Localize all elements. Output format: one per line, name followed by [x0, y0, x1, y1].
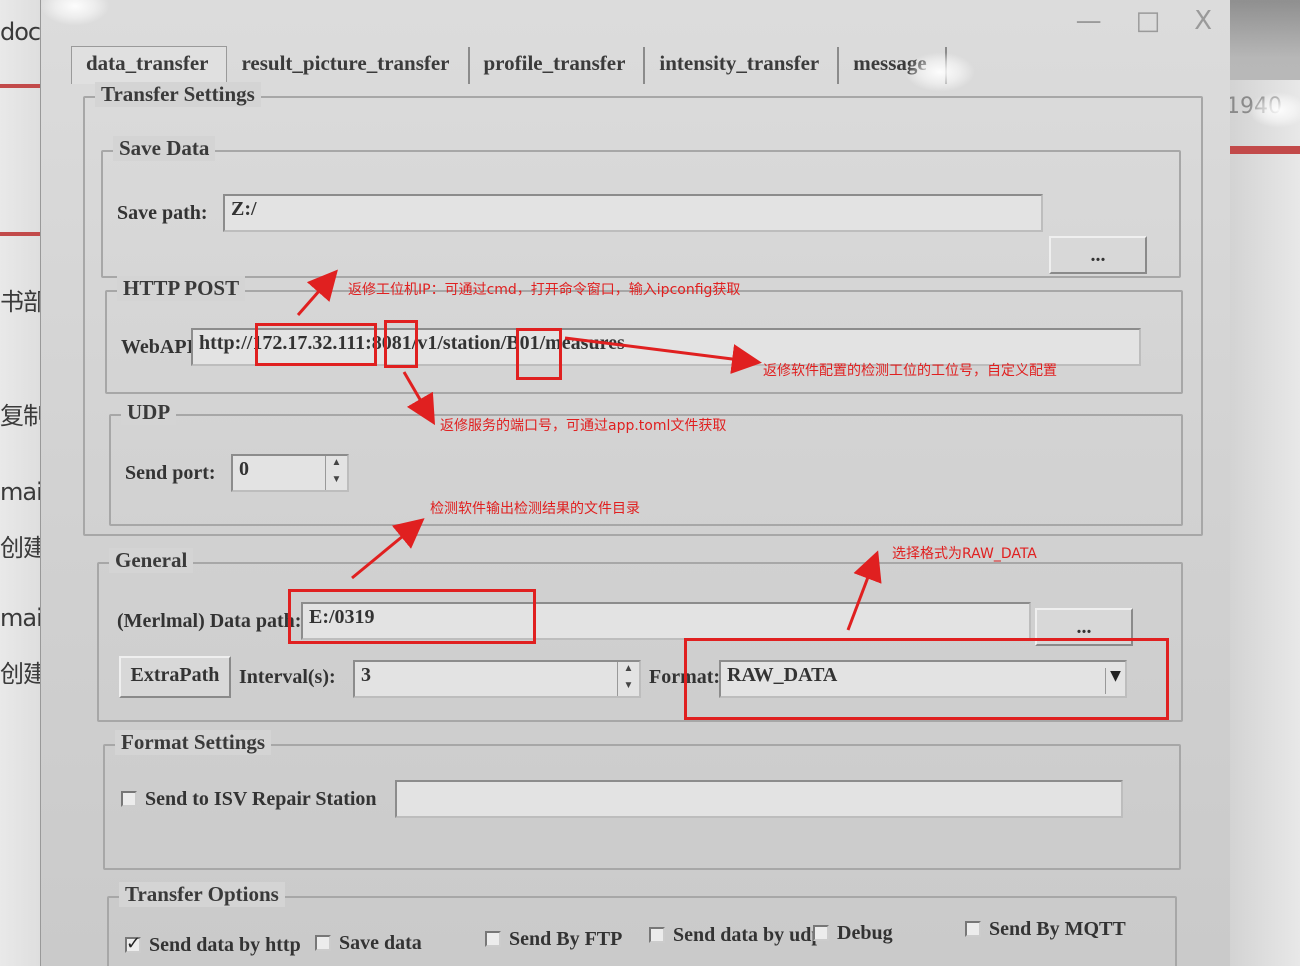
extra-path-button[interactable]: ExtraPath: [119, 656, 231, 698]
checkbox-box[interactable]: [649, 927, 665, 943]
tab-bar: data_transfer result_picture_transfer pr…: [71, 20, 947, 84]
data-path-label: (Merlmal) Data path:: [117, 610, 302, 632]
send-port-spin-buttons[interactable]: ▲ ▼: [325, 456, 347, 490]
send-ftp-checkbox[interactable]: Send By FTP: [485, 928, 622, 951]
station-note: 返修软件配置的检测工位的工位号，自定义配置: [763, 363, 1057, 379]
interval-label: Interval(s):: [239, 666, 336, 688]
background-app-right: 1940: [1220, 80, 1300, 966]
ip-highlight-box: [255, 323, 377, 366]
send-port-label: Send port:: [125, 462, 216, 484]
send-isv-label: Send to ISV Repair Station: [145, 788, 377, 810]
maximize-button[interactable]: □: [1136, 6, 1161, 36]
tab-data-transfer[interactable]: data_transfer: [71, 46, 228, 84]
save-data-group: Save Data Save path: Z:/ ...: [101, 136, 1181, 278]
option-label: Send data by http: [149, 934, 301, 956]
send-mqtt-checkbox[interactable]: Send By MQTT: [965, 918, 1126, 941]
glare: [1248, 92, 1300, 128]
general-legend: General: [109, 548, 194, 573]
send-http-checkbox[interactable]: Send data by http: [125, 933, 301, 957]
data-dir-note: 检测软件输出检测结果的文件目录: [430, 501, 640, 517]
save-data-checkbox[interactable]: Save data: [315, 932, 422, 955]
glare: [905, 52, 975, 92]
option-label: Send By MQTT: [989, 918, 1126, 940]
format-highlight-box: [684, 638, 1169, 720]
port-note: 返修服务的端口号，可通过app.toml文件获取: [440, 418, 727, 434]
transfer-settings-legend: Transfer Settings: [95, 82, 261, 107]
tab-result-picture-transfer[interactable]: result_picture_transfer: [227, 47, 470, 84]
minimize-button[interactable]: —: [1076, 6, 1102, 36]
spin-down-icon[interactable]: ▼: [618, 679, 639, 696]
checkbox-box[interactable]: [485, 931, 501, 947]
webapi-label: WebAPI: [121, 336, 195, 358]
udp-legend: UDP: [121, 400, 177, 425]
save-path-browse-button[interactable]: ...: [1049, 236, 1147, 274]
window-controls: — □ X: [1076, 6, 1212, 36]
checkbox-box[interactable]: [125, 933, 141, 954]
option-label: Send By FTP: [509, 928, 623, 950]
spin-up-icon[interactable]: ▲: [618, 662, 639, 679]
close-button[interactable]: X: [1194, 6, 1212, 36]
tab-intensity-transfer[interactable]: intensity_transfer: [645, 47, 840, 84]
save-path-label: Save path:: [117, 202, 208, 224]
http-post-legend: HTTP POST: [117, 276, 246, 301]
format-settings-legend: Format Settings: [115, 730, 272, 755]
option-label: Debug: [837, 922, 893, 944]
spin-down-icon[interactable]: ▼: [326, 473, 347, 490]
isv-station-input[interactable]: [395, 780, 1123, 818]
checkbox-box[interactable]: [315, 935, 331, 951]
send-port-value: 0: [239, 458, 249, 480]
save-path-input[interactable]: Z:/: [223, 194, 1043, 232]
divider: [1220, 146, 1300, 154]
checkbox-box[interactable]: [965, 921, 981, 937]
interval-spinner[interactable]: 3 ▲ ▼: [353, 660, 641, 698]
send-isv-checkbox[interactable]: Send to ISV Repair Station: [121, 788, 377, 811]
interval-value: 3: [361, 664, 371, 686]
send-port-spinner[interactable]: 0 ▲ ▼: [231, 454, 349, 492]
tab-profile-transfer[interactable]: profile_transfer: [470, 47, 646, 84]
transfer-settings-group: Transfer Settings Save Data Save path: Z…: [83, 82, 1203, 536]
interval-spin-buttons[interactable]: ▲ ▼: [617, 662, 639, 696]
checkbox-box[interactable]: [121, 791, 137, 807]
spin-up-icon[interactable]: ▲: [326, 456, 347, 473]
data-path-highlight-box: [288, 589, 536, 644]
bg-text: doc: [0, 18, 41, 46]
ip-note: 返修工位机IP：可通过cmd，打开命令窗口，输入ipconfig获取: [348, 282, 741, 298]
send-udp-checkbox[interactable]: Send data by udp: [649, 924, 823, 947]
save-data-legend: Save Data: [113, 136, 216, 161]
format-note: 选择格式为RAW_DATA: [892, 546, 1037, 562]
format-settings-group: Format Settings Send to ISV Repair Stati…: [103, 730, 1181, 870]
port-highlight-box: [384, 320, 418, 368]
option-label: Send data by udp: [673, 924, 823, 946]
debug-checkbox[interactable]: Debug: [813, 922, 893, 945]
transfer-options-group: Transfer Options Send data by http Save …: [107, 882, 1177, 966]
option-label: Save data: [339, 932, 422, 954]
transfer-dialog: — □ X data_transfer result_picture_trans…: [40, 0, 1230, 966]
station-highlight-box: [516, 328, 562, 380]
checkbox-box[interactable]: [813, 925, 829, 941]
transfer-options-legend: Transfer Options: [119, 882, 285, 907]
